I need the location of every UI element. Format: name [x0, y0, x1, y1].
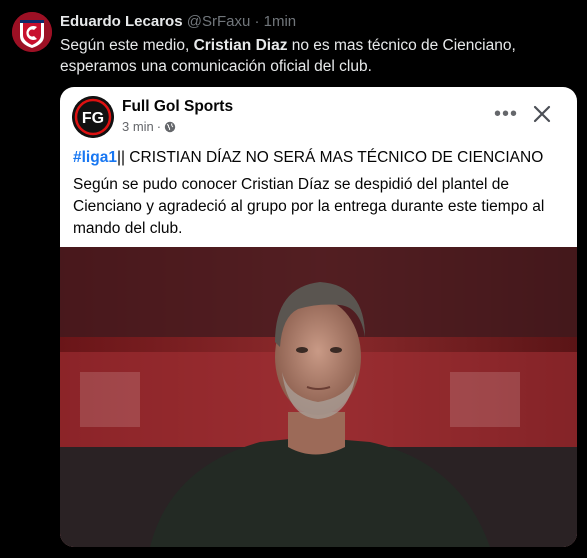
logo-text: FG	[82, 110, 104, 127]
globe-icon	[164, 121, 176, 132]
post-meta: 3 min ·	[122, 119, 176, 134]
hashtag-link[interactable]: #liga1	[73, 149, 117, 166]
more-options-icon[interactable]: •••	[494, 103, 518, 126]
tweet-text-bold: Cristian Diaz	[193, 37, 288, 54]
embedded-post-card[interactable]: FG Full Gol Sports 3 min · ••• #liga1|| …	[60, 87, 577, 547]
author-avatar[interactable]	[12, 12, 52, 52]
meta-separator: ·	[156, 119, 162, 134]
post-title: #liga1|| CRISTIAN DÍAZ NO SERÁ MAS TÉCNI…	[73, 149, 543, 167]
club-crest-icon	[12, 12, 52, 52]
fg-logo-icon: FG	[72, 96, 114, 138]
post-time[interactable]: 3 min	[122, 119, 154, 134]
tweet-text: Según este medio, Cristian Diaz no es ma…	[60, 35, 560, 77]
post-body: Según se pudo conocer Cristian Díaz se d…	[73, 176, 545, 237]
author-handle[interactable]: @SrFaxu	[187, 13, 251, 30]
tweet-text-start: Según este medio,	[60, 37, 194, 54]
page-name[interactable]: Full Gol Sports	[122, 98, 233, 116]
tweet-time[interactable]: 1min	[264, 13, 297, 30]
author-name[interactable]: Eduardo Lecaros	[60, 13, 183, 30]
separator: ·	[254, 13, 260, 30]
page-avatar[interactable]: FG	[72, 96, 114, 138]
post-photo[interactable]	[60, 247, 577, 547]
tweet-header: Eduardo Lecaros @SrFaxu · 1min	[60, 13, 296, 31]
close-icon[interactable]	[532, 104, 552, 124]
post-title-text: || CRISTIAN DÍAZ NO SERÁ MAS TÉCNICO DE …	[116, 149, 544, 166]
coach-photo	[60, 247, 577, 547]
